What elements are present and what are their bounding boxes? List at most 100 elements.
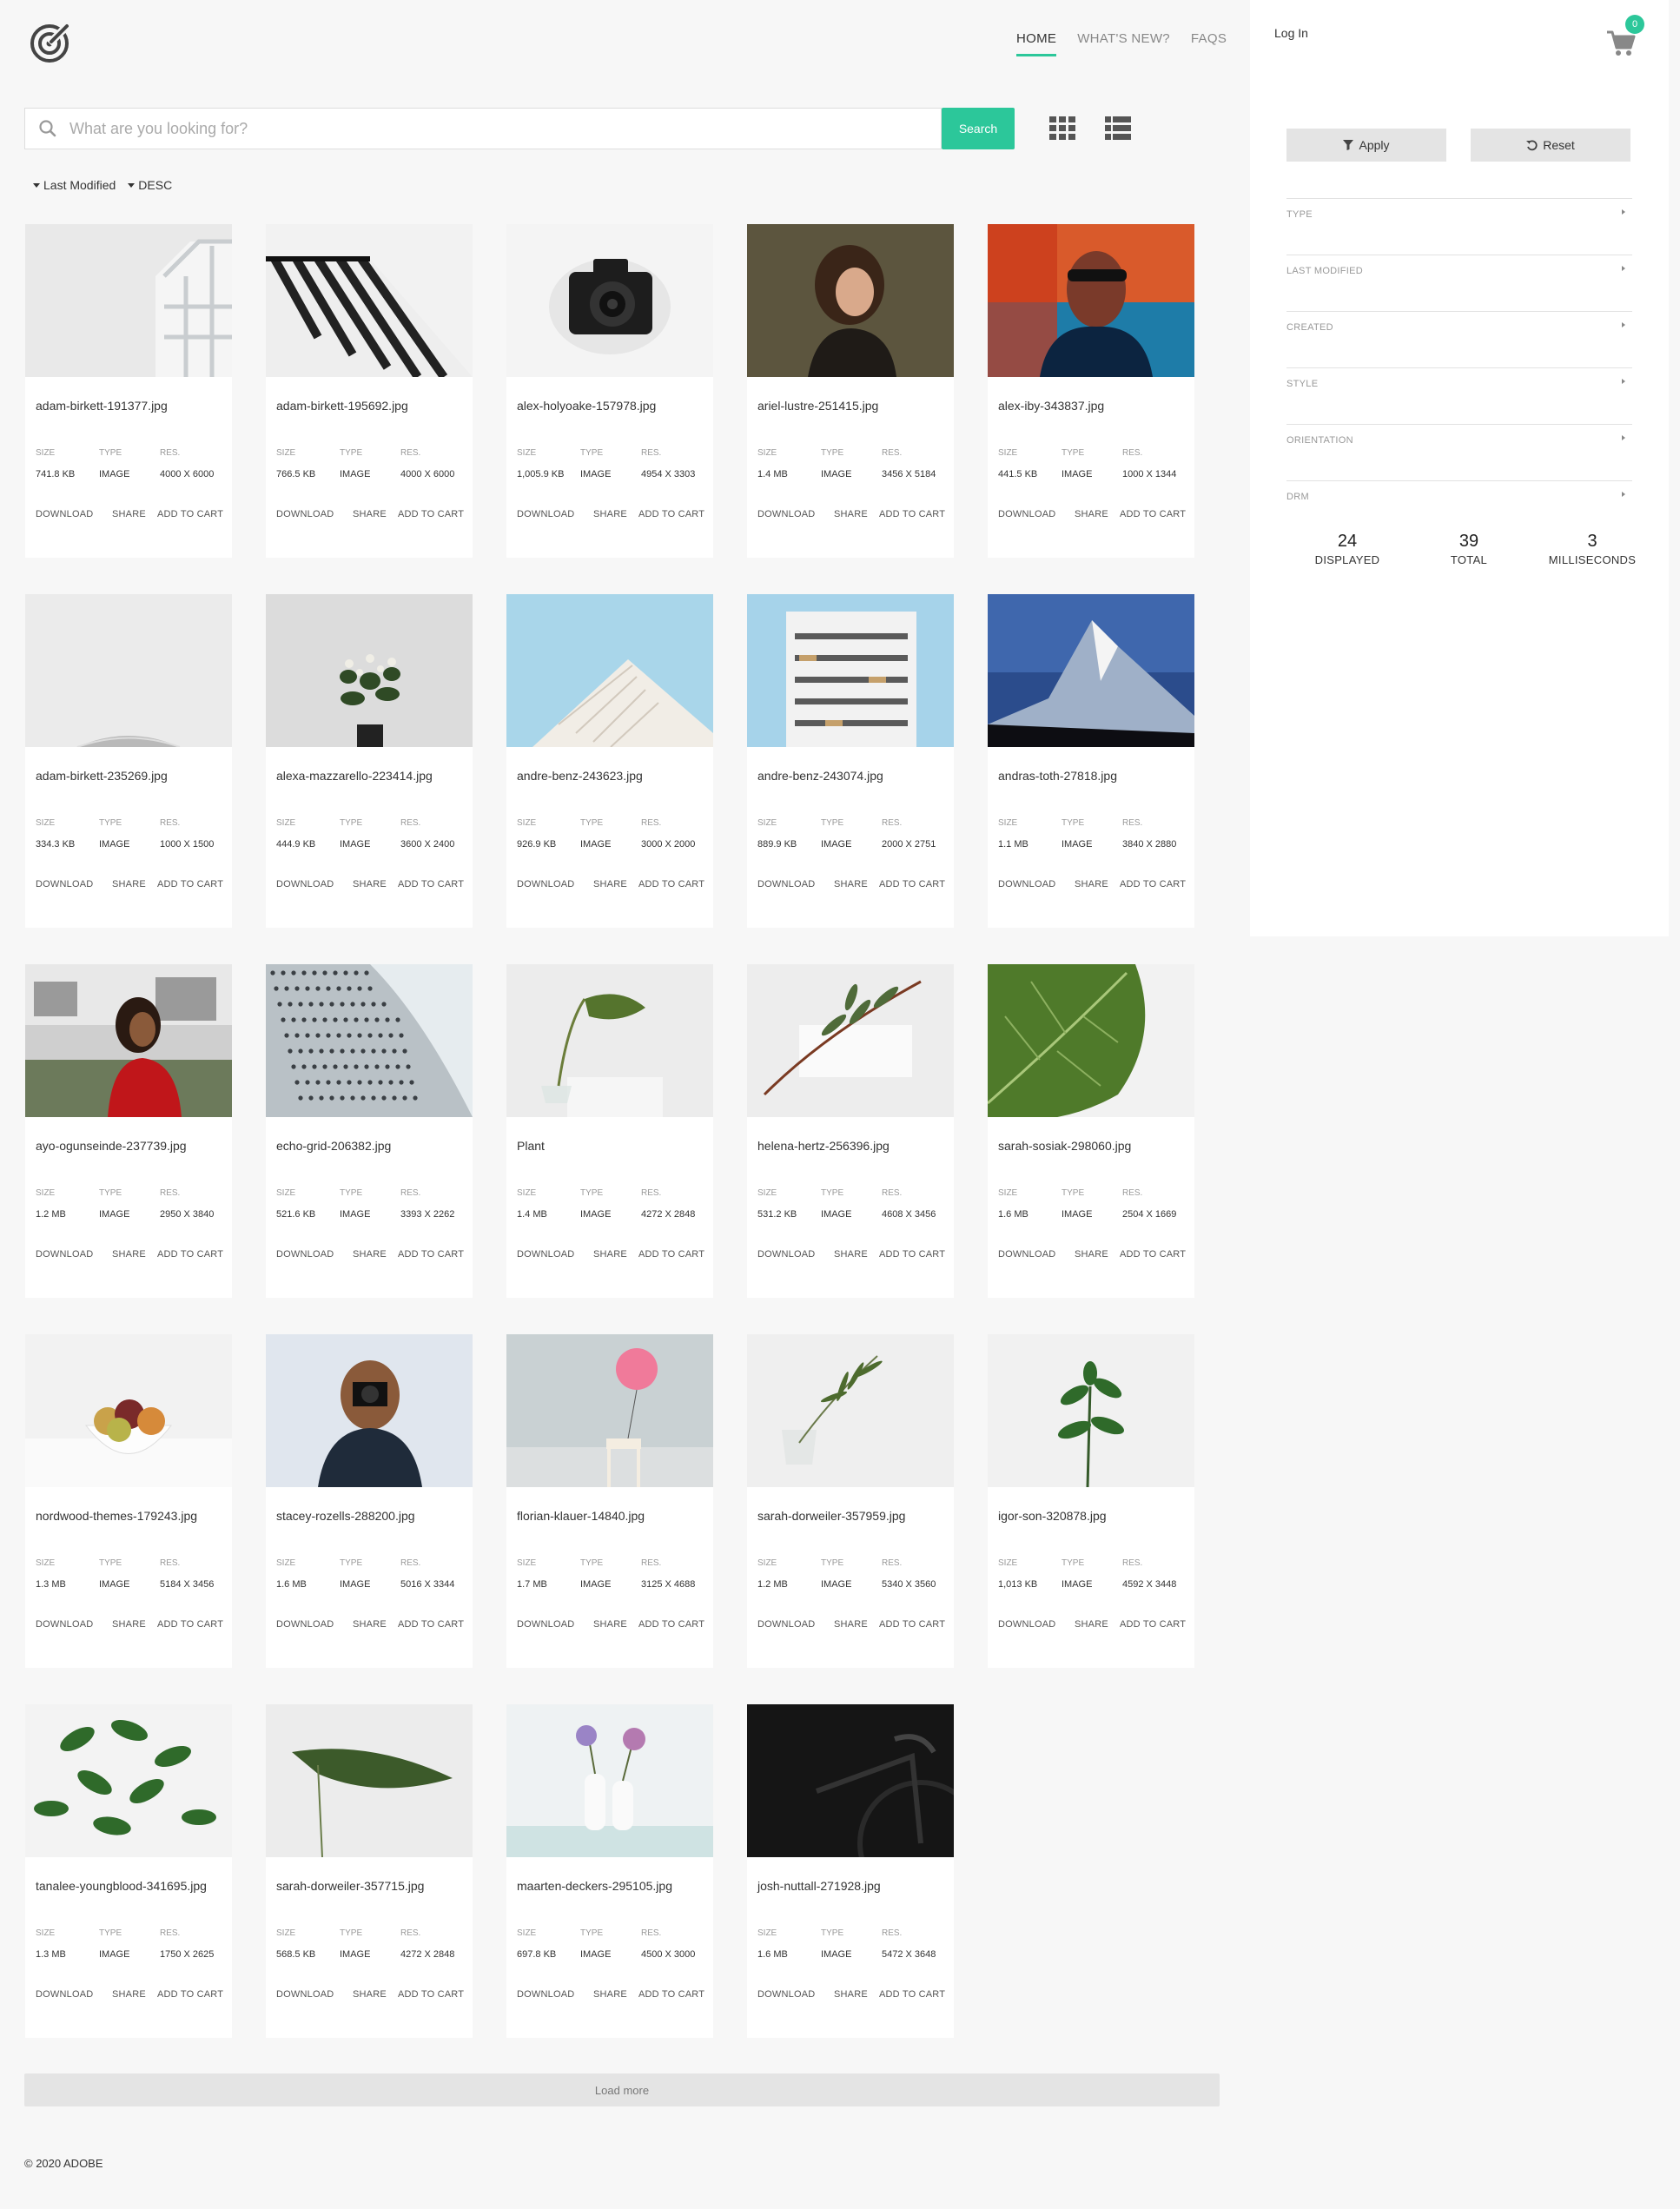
asset-thumbnail[interactable] (25, 224, 232, 377)
add-to-cart-button[interactable]: ADD TO CART (398, 879, 464, 890)
download-button[interactable]: DOWNLOAD (36, 1249, 93, 1260)
asset-thumbnail[interactable] (506, 964, 713, 1117)
share-button[interactable]: SHARE (593, 1619, 627, 1630)
asset-card[interactable]: sarah-sosiak-298060.jpg SIZE TYPE RES. 1.6 M… (988, 964, 1194, 1298)
add-to-cart-button[interactable]: ADD TO CART (879, 1619, 945, 1630)
share-button[interactable]: SHARE (1075, 1249, 1108, 1260)
download-button[interactable]: DOWNLOAD (517, 1249, 574, 1260)
asset-thumbnail[interactable] (506, 224, 713, 377)
asset-thumbnail[interactable] (506, 1704, 713, 1857)
asset-card[interactable]: nordwood-themes-179243.jpg SIZE TYPE RES. 1.… (25, 1334, 232, 1668)
share-button[interactable]: SHARE (112, 1249, 146, 1260)
asset-thumbnail[interactable] (266, 594, 473, 747)
asset-card[interactable]: florian-klauer-14840.jpg SIZE TYPE RES. 1.7 … (506, 1334, 713, 1668)
add-to-cart-button[interactable]: ADD TO CART (398, 1619, 464, 1630)
download-button[interactable]: DOWNLOAD (757, 509, 815, 519)
asset-thumbnail[interactable] (506, 1334, 713, 1487)
asset-card[interactable]: maarten-deckers-295105.jpg SIZE TYPE RES. 69… (506, 1704, 713, 2038)
add-to-cart-button[interactable]: ADD TO CART (879, 1989, 945, 2000)
asset-card[interactable]: Plant SIZE TYPE RES. 1.4 MB IMAGE 4272 X 2848 D… (506, 964, 713, 1298)
asset-thumbnail[interactable] (266, 224, 473, 377)
download-button[interactable]: DOWNLOAD (998, 509, 1055, 519)
download-button[interactable]: DOWNLOAD (757, 1249, 815, 1260)
add-to-cart-button[interactable]: ADD TO CART (638, 509, 704, 519)
grid-view-icon[interactable] (1049, 116, 1075, 141)
asset-thumbnail[interactable] (988, 964, 1194, 1117)
facet-drm[interactable]: DRM (1286, 480, 1632, 537)
share-button[interactable]: SHARE (593, 1989, 627, 2000)
share-button[interactable]: SHARE (1075, 1619, 1108, 1630)
asset-thumbnail[interactable] (25, 1704, 232, 1857)
add-to-cart-button[interactable]: ADD TO CART (398, 1249, 464, 1260)
share-button[interactable]: SHARE (593, 1249, 627, 1260)
asset-card[interactable]: ayo-ogunseinde-237739.jpg SIZE TYPE RES. 1.2… (25, 964, 232, 1298)
add-to-cart-button[interactable]: ADD TO CART (638, 1619, 704, 1630)
share-button[interactable]: SHARE (112, 879, 146, 890)
download-button[interactable]: DOWNLOAD (517, 1619, 574, 1630)
download-button[interactable]: DOWNLOAD (36, 509, 93, 519)
share-button[interactable]: SHARE (112, 1619, 146, 1630)
asset-card[interactable]: sarah-dorweiler-357715.jpg SIZE TYPE RES. 56… (266, 1704, 473, 2038)
list-view-icon[interactable] (1105, 116, 1131, 141)
search-button[interactable]: Search (942, 108, 1015, 149)
asset-card[interactable]: andras-toth-27818.jpg SIZE TYPE RES. 1.1 MB I… (988, 594, 1194, 928)
add-to-cart-button[interactable]: ADD TO CART (879, 879, 945, 890)
download-button[interactable]: DOWNLOAD (276, 509, 334, 519)
add-to-cart-button[interactable]: ADD TO CART (398, 509, 464, 519)
add-to-cart-button[interactable]: ADD TO CART (1120, 1249, 1186, 1260)
share-button[interactable]: SHARE (593, 879, 627, 890)
asset-card[interactable]: helena-hertz-256396.jpg SIZE TYPE RES. 531.2… (747, 964, 954, 1298)
add-to-cart-button[interactable]: ADD TO CART (1120, 509, 1186, 519)
share-button[interactable]: SHARE (353, 1989, 387, 2000)
shopping-cart-icon[interactable] (1606, 30, 1636, 57)
add-to-cart-button[interactable]: ADD TO CART (638, 1249, 704, 1260)
login-link[interactable]: Log In (1274, 26, 1308, 40)
asset-card[interactable]: tanalee-youngblood-341695.jpg SIZE TYPE RES… (25, 1704, 232, 2038)
share-button[interactable]: SHARE (353, 509, 387, 519)
asset-card[interactable]: alex-iby-343837.jpg SIZE TYPE RES. 441.5 KB I… (988, 224, 1194, 558)
apply-button[interactable]: Apply (1286, 129, 1446, 162)
asset-thumbnail[interactable] (25, 964, 232, 1117)
asset-card[interactable]: adam-birkett-195692.jpg SIZE TYPE RES. 766.5… (266, 224, 473, 558)
asset-thumbnail[interactable] (747, 224, 954, 377)
asset-thumbnail[interactable] (988, 594, 1194, 747)
download-button[interactable]: DOWNLOAD (276, 1619, 334, 1630)
share-button[interactable]: SHARE (834, 1249, 868, 1260)
asset-thumbnail[interactable] (988, 1334, 1194, 1487)
asset-card[interactable]: josh-nuttall-271928.jpg SIZE TYPE RES. 1.6 M… (747, 1704, 954, 2038)
share-button[interactable]: SHARE (112, 509, 146, 519)
download-button[interactable]: DOWNLOAD (36, 879, 93, 890)
share-button[interactable]: SHARE (834, 1989, 868, 2000)
download-button[interactable]: DOWNLOAD (998, 879, 1055, 890)
share-button[interactable]: SHARE (834, 879, 868, 890)
asset-thumbnail[interactable] (266, 964, 473, 1117)
share-button[interactable]: SHARE (834, 509, 868, 519)
add-to-cart-button[interactable]: ADD TO CART (398, 1989, 464, 2000)
download-button[interactable]: DOWNLOAD (757, 1619, 815, 1630)
load-more-button[interactable]: Load more (24, 2073, 1220, 2106)
add-to-cart-button[interactable]: ADD TO CART (157, 509, 223, 519)
add-to-cart-button[interactable]: ADD TO CART (157, 1989, 223, 2000)
share-button[interactable]: SHARE (593, 509, 627, 519)
reset-button[interactable]: Reset (1471, 129, 1630, 162)
facet-style[interactable]: STYLE (1286, 367, 1632, 424)
asset-card[interactable]: andre-benz-243623.jpg SIZE TYPE RES. 926.9 K… (506, 594, 713, 928)
facet-type[interactable]: TYPE (1286, 198, 1632, 255)
share-button[interactable]: SHARE (112, 1989, 146, 2000)
asset-thumbnail[interactable] (988, 224, 1194, 377)
asset-card[interactable]: adam-birkett-235269.jpg SIZE TYPE RES. 334.3… (25, 594, 232, 928)
asset-thumbnail[interactable] (747, 964, 954, 1117)
download-button[interactable]: DOWNLOAD (998, 1249, 1055, 1260)
add-to-cart-button[interactable]: ADD TO CART (157, 1619, 223, 1630)
download-button[interactable]: DOWNLOAD (276, 879, 334, 890)
download-button[interactable]: DOWNLOAD (276, 1249, 334, 1260)
asset-thumbnail[interactable] (747, 594, 954, 747)
asset-card[interactable]: ariel-lustre-251415.jpg SIZE TYPE RES. 1.4 M… (747, 224, 954, 558)
asset-card[interactable]: andre-benz-243074.jpg SIZE TYPE RES. 889.9 K… (747, 594, 954, 928)
asset-thumbnail[interactable] (506, 594, 713, 747)
asset-thumbnail[interactable] (747, 1334, 954, 1487)
asset-card[interactable]: sarah-dorweiler-357959.jpg SIZE TYPE RES. 1.… (747, 1334, 954, 1668)
share-button[interactable]: SHARE (353, 1619, 387, 1630)
nav-whats-new[interactable]: WHAT'S NEW? (1077, 31, 1170, 56)
sort-direction-dropdown[interactable]: DESC (128, 178, 172, 192)
